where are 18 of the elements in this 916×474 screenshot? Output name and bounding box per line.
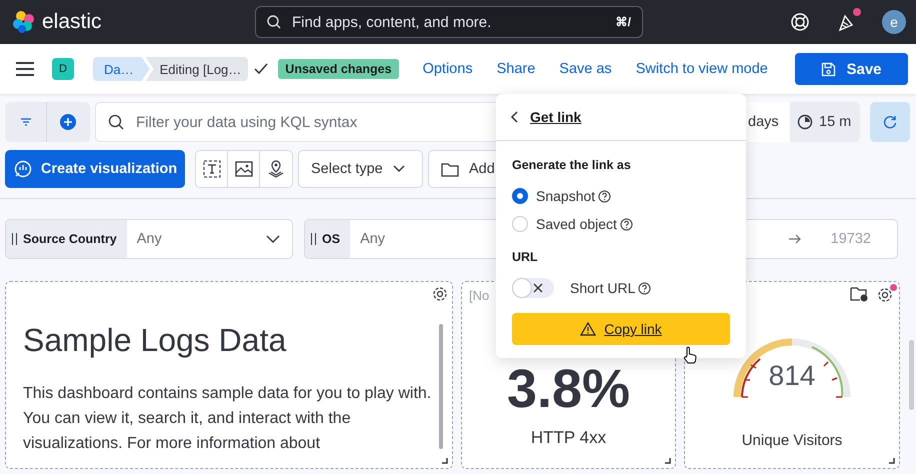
unsaved-badge: Unsaved changes xyxy=(278,59,399,79)
control-label: OS xyxy=(305,220,350,258)
control-label: Source Country xyxy=(6,220,127,258)
logo-text: elastic xyxy=(42,10,102,34)
control-value: Any xyxy=(136,231,163,247)
shortcut-hint: ⌘/ xyxy=(616,15,631,29)
panel-heading: Sample Logs Data xyxy=(23,322,288,359)
panel-text: This dashboard contains sample data for you to play with. You can view it, search it, and interact with the visualizations. For more information about xyxy=(23,384,432,454)
gauge-value: 814 xyxy=(768,360,816,392)
metric-label: HTTP 4xx xyxy=(530,428,606,448)
control-value: Any xyxy=(359,231,386,247)
metric-value: 3.8% xyxy=(506,362,630,416)
popover-title: Get link xyxy=(530,109,582,125)
gauge-label: Unique Visitors xyxy=(742,432,842,449)
radio-label: Snapshot xyxy=(536,188,596,204)
toggle-label: Short URL xyxy=(570,280,636,296)
panel-title: [No xyxy=(469,288,490,303)
range-max: 19732 xyxy=(830,231,871,247)
